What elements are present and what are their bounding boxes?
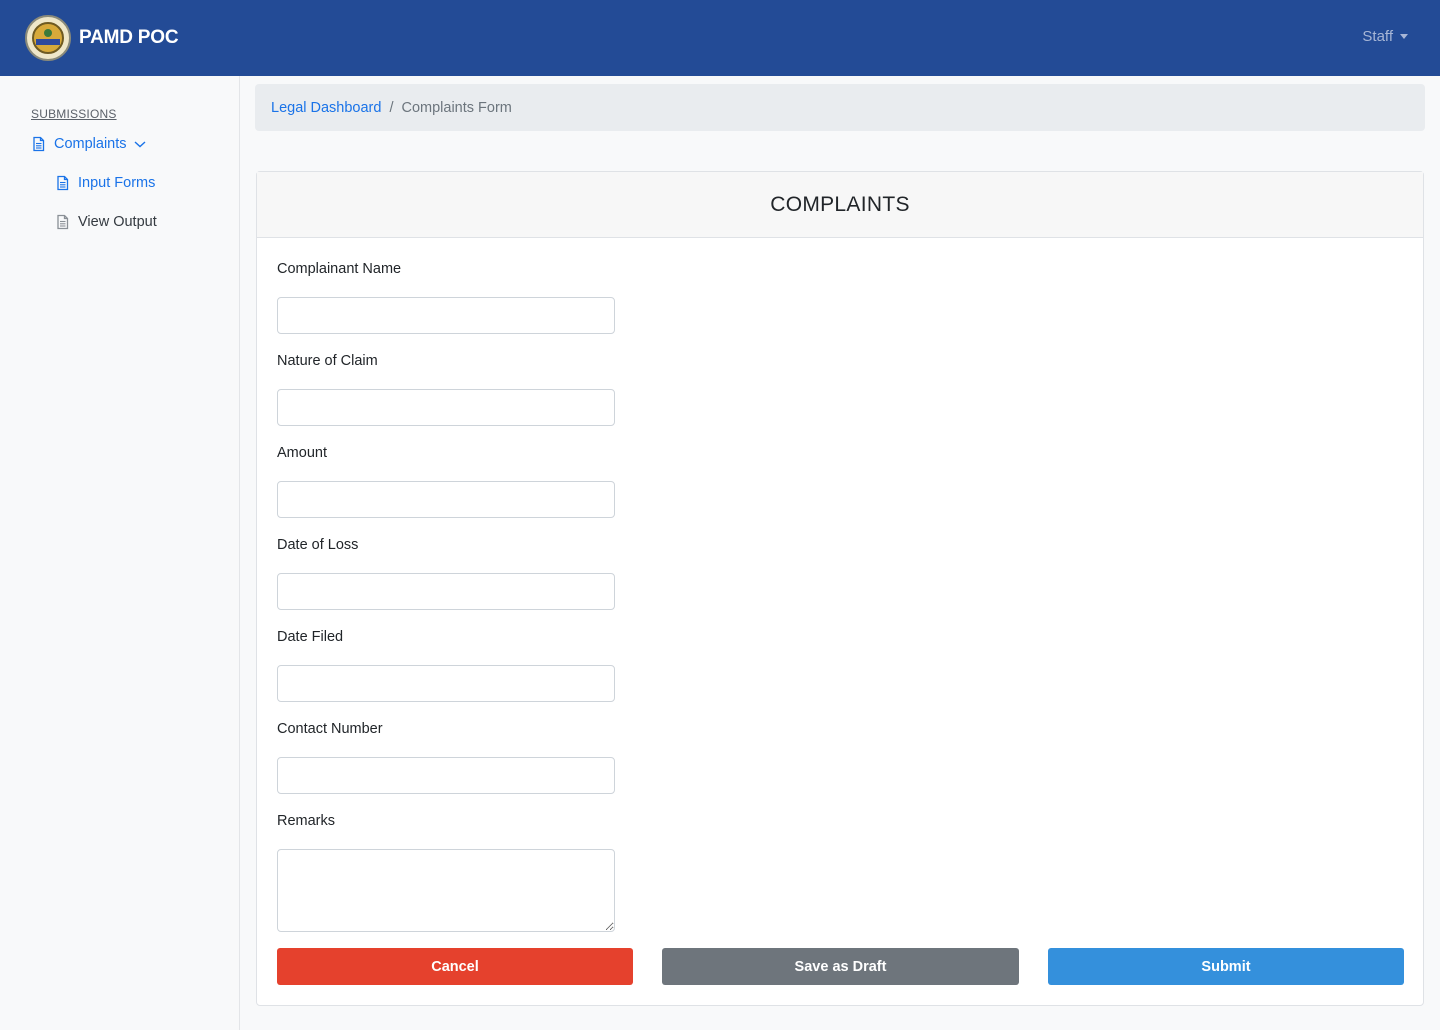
breadcrumb-separator: / <box>389 99 394 116</box>
sidebar-item-label: Input Forms <box>78 175 156 191</box>
user-menu-dropdown[interactable]: Staff <box>1362 28 1408 45</box>
contact-number-input[interactable] <box>277 757 615 794</box>
sidebar-item-view-output[interactable]: View Output <box>55 214 157 230</box>
date-of-loss-label: Date of Loss <box>277 537 359 553</box>
app-title: PAMD POC <box>79 27 179 48</box>
user-menu-label: Staff <box>1362 28 1393 45</box>
breadcrumb-current: Complaints Form <box>401 99 512 116</box>
sidebar-item-label: Complaints <box>54 136 127 152</box>
sidebar-item-label: View Output <box>78 214 157 230</box>
submit-button[interactable]: Submit <box>1048 948 1404 985</box>
date-filed-label: Date Filed <box>277 629 344 645</box>
nature-of-claim-label: Nature of Claim <box>277 353 378 369</box>
complaints-form-card: COMPLAINTS Complainant Name Nature of Cl… <box>256 171 1424 1006</box>
amount-label: Amount <box>277 445 327 461</box>
nature-of-claim-input[interactable] <box>277 389 615 426</box>
contact-number-label: Contact Number <box>277 721 383 737</box>
sidebar-item-input-forms[interactable]: Input Forms <box>55 175 155 191</box>
document-icon <box>57 214 69 230</box>
breadcrumb: Legal Dashboard / Complaints Form <box>255 84 1425 131</box>
sidebar-heading: SUBMISSIONS <box>31 107 117 121</box>
remarks-textarea[interactable] <box>277 849 615 932</box>
date-of-loss-input[interactable] <box>277 573 615 610</box>
cancel-button[interactable]: Cancel <box>277 948 633 985</box>
save-as-draft-button[interactable]: Save as Draft <box>662 948 1019 985</box>
complainant-name-input[interactable] <box>277 297 615 334</box>
caret-down-icon <box>1400 34 1408 39</box>
sidebar-item-complaints[interactable]: Complaints <box>31 136 155 152</box>
breadcrumb-legal-dashboard-link[interactable]: Legal Dashboard <box>271 100 381 116</box>
document-icon <box>57 175 69 191</box>
seal-logo-icon <box>25 15 71 61</box>
chevron-down-icon <box>134 141 145 148</box>
document-icon <box>33 136 45 152</box>
form-title: COMPLAINTS <box>257 172 1423 238</box>
sidebar: SUBMISSIONS Complaints Input Forms View … <box>0 76 240 1030</box>
brand[interactable]: PAMD POC <box>25 15 179 61</box>
date-filed-input[interactable] <box>277 665 615 702</box>
top-navbar: PAMD POC Staff <box>0 0 1440 76</box>
amount-input[interactable] <box>277 481 615 518</box>
remarks-label: Remarks <box>277 813 336 829</box>
complainant-name-label: Complainant Name <box>277 261 402 277</box>
